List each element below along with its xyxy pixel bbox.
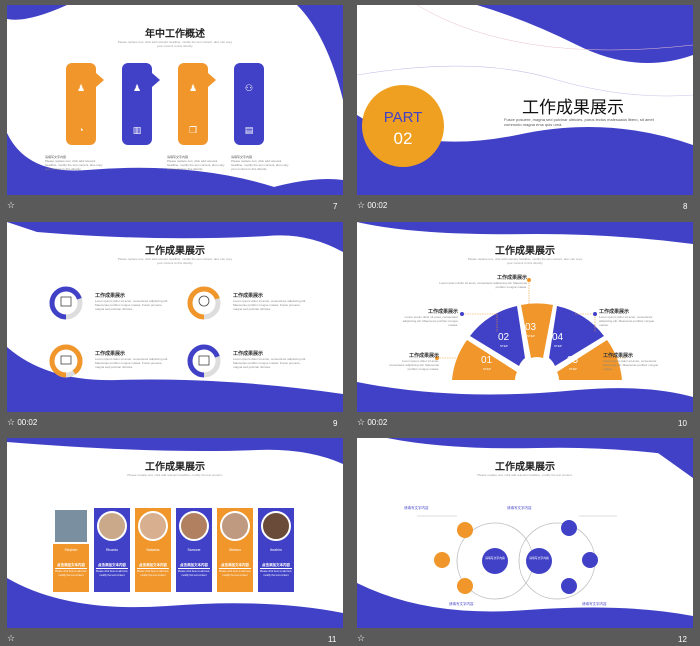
avatar (261, 511, 291, 541)
process-card-3: ♟ ❐ (178, 63, 216, 145)
diagram-label-4: 请填写文字内容 (582, 602, 607, 606)
caption-2: 请填写文字内容 Please replace text, click add r… (167, 155, 225, 171)
slide-meta-11: ☆ (7, 633, 15, 644)
slide-meta-7: ☆ (7, 200, 15, 211)
result-item-2: 工作成果展示 Lorem ipsum dolor sit amet, conse… (233, 293, 307, 311)
team-card-4: Samone 点击添加文本内容 Please click here to add… (176, 508, 212, 592)
avatar (179, 511, 209, 541)
step-word-5: STEP (569, 367, 577, 371)
star-icon[interactable]: ☆ (357, 633, 365, 643)
document-icon: ▤ (244, 125, 254, 135)
step-word-1: STEP (483, 367, 491, 371)
person-icon: ♟ (188, 83, 198, 93)
team-card-3: Natasha 点击添加文本内容 Please click here to ad… (135, 508, 171, 592)
center-label-2: 请填写文字内容 (529, 556, 549, 560)
slide-number: 8 (683, 202, 688, 211)
progress-ring-2: 70% (187, 286, 221, 320)
team-card-6: Ibrahim 点击添加文本内容 Please click here to ad… (258, 508, 294, 592)
slide-meta-12: ☆ (357, 633, 365, 644)
process-card-4: ⚇ ▤ (234, 63, 264, 145)
result-item-1: 工作成果展示 Lorem ipsum dolor sit amet, conse… (95, 293, 169, 311)
slide-meta-9: ☆ 00:02 (7, 417, 38, 427)
slide-title: 工作成果展示 (145, 246, 205, 257)
step-label-4: 工作成果展示 Lorem ipsum dolor sit amet, conse… (599, 309, 655, 327)
step-label-2: 工作成果展示 Lorem ipsum dolor sit amet, conse… (402, 309, 458, 327)
slide-subtitle: Please replace text, click add relevant … (117, 40, 233, 48)
diagram-label-2: 请填写文字内容 (507, 506, 532, 510)
slide-subtitle: Please replace text, click add relevant … (127, 473, 223, 477)
progress-ring-3: 90% (49, 344, 83, 378)
step-number-3: 03 (525, 322, 537, 333)
step-label-1: 工作成果展示 Lorem ipsum dolor sit amet, conse… (389, 353, 439, 371)
team-card-1: Stephen 点击添加文本内容 Please click here to ad… (53, 508, 89, 592)
slide-title: 工作成果展示 (522, 98, 624, 117)
star-icon[interactable]: ☆ (357, 200, 365, 210)
progress-ring-4: 70% (187, 344, 221, 378)
result-item-3: 工作成果展示 Lorem ipsum dolor sit amet, conse… (95, 351, 169, 369)
slide-thumbnail-12[interactable]: 工作成果展示 Please replace text, click add re… (357, 438, 693, 628)
cards-icon: ❐ (188, 125, 198, 135)
bag-icon: ◔ (78, 125, 84, 135)
avatar (97, 511, 127, 541)
slide-thumbnail-7[interactable]: 年中工作概述 Please replace text, click add re… (7, 5, 343, 195)
star-icon[interactable]: ☆ (7, 200, 15, 210)
slide-meta-8: ☆ 00:02 (357, 200, 388, 210)
step-number-1: 01 (481, 355, 493, 366)
process-card-2: ♟ ▥ (122, 63, 160, 145)
handshake-icon: ⚇ (244, 83, 254, 93)
step-label-5: 工作成果展示 Lorem ipsum dolor sit amet, conse… (603, 353, 659, 371)
slide-number: 9 (333, 419, 338, 428)
star-icon[interactable]: ☆ (7, 417, 15, 427)
slide-number: 11 (328, 635, 337, 644)
result-item-4: 工作成果展示 Lorem ipsum dolor sit amet, conse… (233, 351, 307, 369)
progress-ring-1: 70% (49, 286, 83, 320)
person-icon: ♟ (132, 83, 142, 93)
slide-title: 年中工作概述 (145, 29, 205, 40)
step-label-3: 工作成果展示 Lorem ipsum dolor sit amet, conse… (439, 275, 527, 289)
caption-1: 请填写文字内容 Please replace text, click add r… (45, 155, 103, 171)
person-icon: ♟ (76, 83, 86, 93)
slide-number: 7 (333, 202, 338, 211)
slide-subtitle: Please replace text, click add relevant … (117, 257, 233, 265)
process-card-1: ♟ ◔ (66, 63, 104, 145)
step-word-3: STEP (527, 334, 535, 338)
slide-subtitle: Fusce posuere, magna sed pulvinar ultric… (504, 117, 654, 127)
step-word-2: STEP (500, 344, 508, 348)
slide-thumbnail-10[interactable]: 工作成果展示 Please replace text, click add re… (357, 222, 693, 412)
slide-number: 12 (678, 635, 687, 644)
slide-thumbnail-11[interactable]: 工作成果展示 Please replace text, click add re… (7, 438, 343, 628)
avatar (220, 511, 250, 541)
chart-icon: ▥ (132, 125, 142, 135)
diagram-label-3: 请填写文字内容 (449, 602, 474, 606)
slide-thumbnail-9[interactable]: 工作成果展示 Please replace text, click add re… (7, 222, 343, 412)
step-number-2: 02 (498, 332, 510, 343)
star-icon[interactable]: ☆ (357, 417, 365, 427)
step-number-4: 04 (552, 332, 564, 343)
avatar (138, 511, 168, 541)
center-label-1: 请填写文字内容 (485, 556, 505, 560)
slide-number: 10 (678, 419, 687, 428)
team-card-5: Stefano 点击添加文本内容 Please click here to ad… (217, 508, 253, 592)
slide-thumbnail-8[interactable]: PART 02 工作成果展示 Fusce posuere, magna sed … (357, 5, 693, 195)
caption-3: 请填写文字内容 Please replace text, click add r… (231, 155, 289, 171)
slide-meta-10: ☆ 00:02 (357, 417, 388, 427)
star-icon[interactable]: ☆ (7, 633, 15, 643)
photo (53, 508, 89, 544)
part-circle: PART 02 (362, 85, 444, 167)
infinity-diagram (417, 515, 617, 600)
diagram-label-1: 请填写文字内容 (404, 506, 429, 510)
step-word-4: STEP (554, 344, 562, 348)
slide-title: 工作成果展示 (145, 462, 205, 473)
team-card-2: Ricardo 点击添加文本内容 Please click here to ad… (94, 508, 130, 592)
step-number-5: 05 (567, 355, 579, 366)
